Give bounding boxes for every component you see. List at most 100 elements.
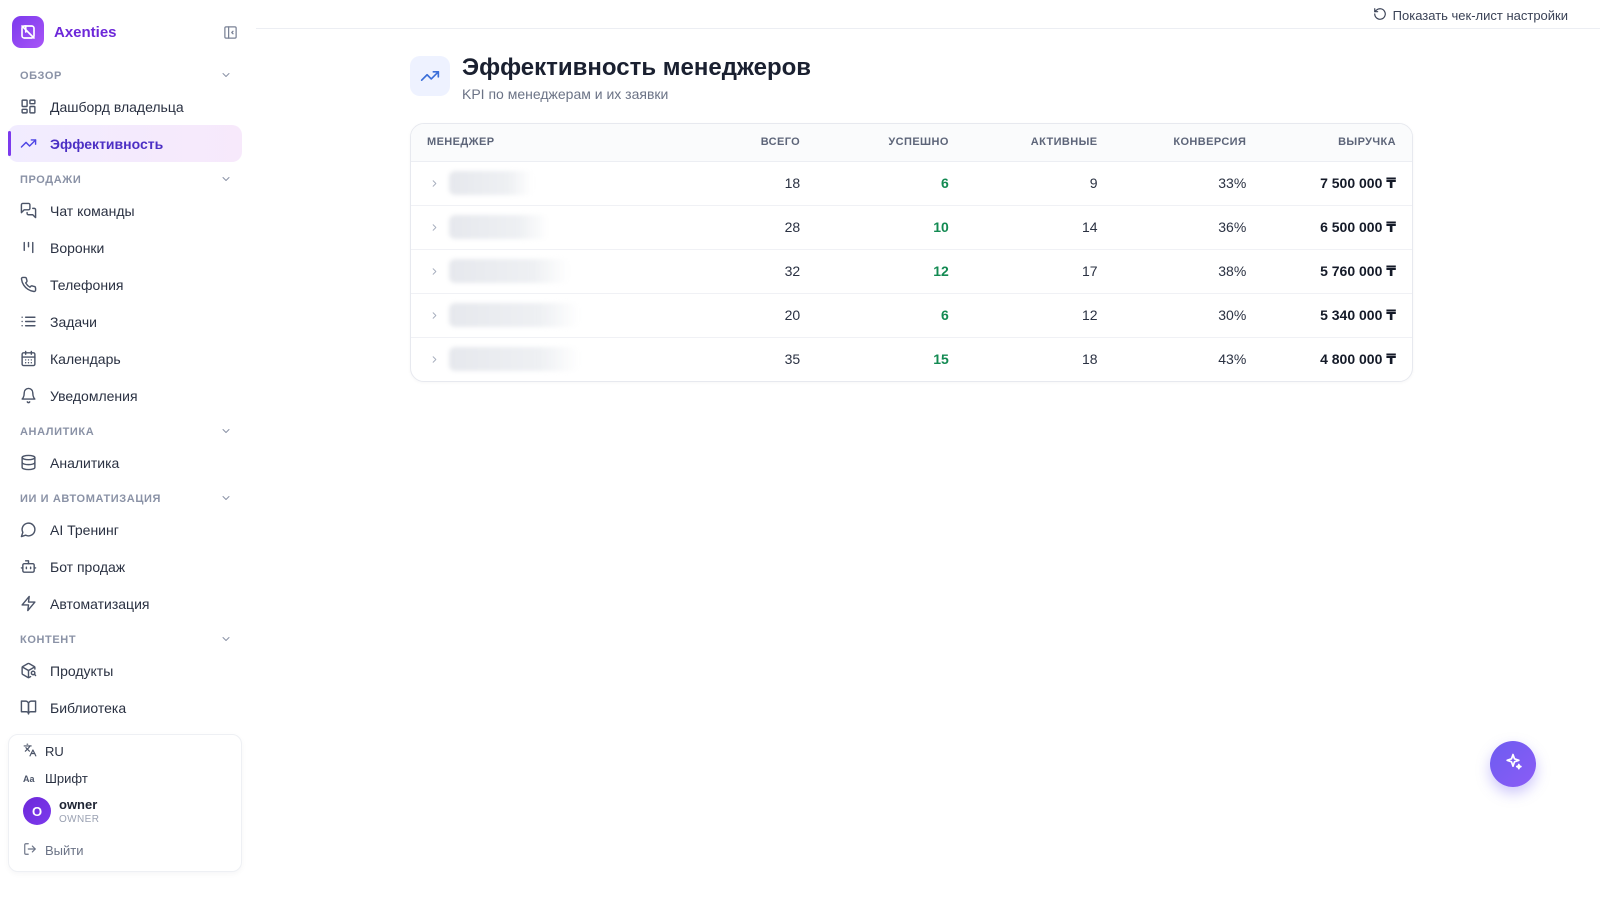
brand-name: Axenties [54, 23, 117, 41]
sidebar-item[interactable]: Библиотека [8, 689, 242, 726]
cell-total: 32 [710, 249, 817, 294]
cell-conversion: 43% [1218, 351, 1247, 368]
sidebar-item-label: Эффективность [50, 135, 164, 152]
sidebar-item-label: AI Тренинг [50, 521, 119, 538]
section-header[interactable]: Контент [0, 628, 256, 652]
section-header[interactable]: Обзор [0, 64, 256, 88]
page-subtitle: KPI по менеджерам и их заявки [462, 86, 669, 102]
sidebar-item[interactable]: Продукты [8, 652, 242, 689]
sidebar-item-label: Уведомления [50, 387, 138, 404]
sidebar-item-label: Автоматизация [50, 595, 150, 612]
cell-active: 9 [964, 161, 1114, 206]
cell-success: 6 [816, 293, 965, 338]
sidebar-footer: RU Aa Шрифт O owner OWNER Выйти [8, 734, 242, 872]
chevron-right-icon[interactable] [427, 354, 441, 365]
column-success[interactable]: Успешно [816, 124, 965, 162]
sidebar-item-label: Дашборд владельца [50, 98, 184, 115]
user-name: owner [59, 797, 98, 812]
table-row[interactable]: 32 12 17 38% 5 760 000 ₸ [411, 249, 1412, 294]
logout-button[interactable]: Выйти [23, 842, 84, 859]
ai-assistant-button[interactable] [1490, 741, 1536, 787]
cell-revenue: 7 500 000 ₸ [1262, 161, 1412, 206]
sidebar-item[interactable]: Чат команды [8, 192, 242, 229]
managers-table-card: Менеджер Всего Успешно Активные Конверси… [410, 123, 1413, 382]
chevron-right-icon[interactable] [427, 266, 441, 277]
cell-conversion: 30% [1113, 293, 1263, 338]
sidebar-item[interactable]: Бот продаж [8, 548, 242, 585]
chevron-down-icon [220, 69, 232, 84]
section-header[interactable]: Аналитика [0, 420, 256, 444]
sidebar-item[interactable]: Дашборд владельца [8, 88, 242, 125]
table-row[interactable]: 18 6 9 33% 7 500 000 ₸ [411, 161, 1412, 206]
chevron-right-icon[interactable] [427, 222, 441, 233]
table-row[interactable]: 35 15 18 43% 4 800 000 ₸ [411, 337, 1412, 381]
kanban-icon [20, 239, 37, 256]
section-title: Обзор [20, 70, 62, 82]
checklist-label: Показать чек-лист настройки [1392, 8, 1568, 23]
sidebar-item[interactable]: Задачи [8, 303, 242, 340]
chevron-right-icon[interactable] [427, 310, 441, 321]
sidebar-item-label: Календарь [50, 350, 121, 367]
section-header[interactable]: Продажи [0, 168, 256, 192]
list-icon [20, 313, 37, 330]
cell-manager [411, 205, 711, 250]
sidebar-nav: Обзор Дашборд владельца Эффективность Прода… [0, 58, 256, 738]
manager-name-blurred [449, 347, 579, 372]
section-header[interactable]: ИИ и автоматизация [0, 487, 256, 511]
manager-name-blurred [449, 259, 569, 283]
sidebar-item-label: Задачи [50, 313, 98, 330]
collapse-sidebar-icon[interactable] [222, 24, 238, 40]
sidebar-item-label: Аналитика [50, 454, 120, 471]
cell-active: 14 [964, 205, 1114, 250]
column-active[interactable]: Активные [964, 124, 1114, 162]
table-header-row: Менеджер Всего Успешно Активные Конверси… [411, 124, 1412, 162]
sidebar-item[interactable]: Аналитика [8, 444, 242, 481]
cell-active: 12 [964, 293, 1114, 338]
show-checklist-button[interactable]: Показать чек-лист настройки [1373, 7, 1568, 24]
section-title: Продажи [20, 174, 82, 186]
sidebar-item[interactable]: Календарь [8, 340, 242, 377]
cell-total: 35 [784, 351, 801, 368]
bot-icon [20, 558, 37, 575]
column-conversion[interactable]: Конверсия [1113, 124, 1263, 162]
table-row[interactable]: 20 6 12 30% 5 340 000 ₸ [411, 293, 1412, 338]
message-circle-icon [20, 521, 37, 538]
sidebar-item[interactable]: Эффективность [8, 125, 242, 162]
calendar-icon [20, 350, 37, 367]
cell-success: 10 [816, 205, 965, 250]
manager-name-blurred [449, 215, 549, 239]
managers-table: Менеджер Всего Успешно Активные Конверси… [411, 124, 1412, 381]
font-settings[interactable]: Aa Шрифт [23, 771, 88, 786]
rotate-ccw-icon [1373, 7, 1387, 24]
cell-active: 18 [1081, 351, 1098, 368]
sidebar-item[interactable]: Воронки [8, 229, 242, 266]
sidebar-item-label: Чат команды [50, 202, 135, 219]
topbar: Показать чек-лист настройки [256, 0, 1600, 29]
sidebar-item[interactable]: AI Тренинг [8, 511, 242, 548]
column-manager[interactable]: Менеджер [411, 124, 711, 162]
logout-label: Выйти [45, 843, 84, 858]
cell-total: 18 [710, 161, 817, 206]
dashboard-grid-icon [20, 98, 37, 115]
sidebar-item-label: Телефония [50, 276, 124, 293]
table-row[interactable]: 28 10 14 36% 6 500 000 ₸ [411, 205, 1412, 250]
manager-name-blurred [449, 303, 579, 327]
cell-conversion: 33% [1113, 161, 1263, 206]
brand[interactable]: Axenties [12, 16, 117, 48]
column-total[interactable]: Всего [710, 124, 817, 162]
language-switcher[interactable]: RU [23, 743, 64, 760]
user-profile[interactable]: O owner OWNER [23, 797, 99, 825]
avatar: O [23, 797, 51, 825]
cell-revenue: 5 340 000 ₸ [1262, 293, 1412, 338]
manager-name-blurred [449, 171, 533, 195]
cell-conversion: 36% [1113, 205, 1263, 250]
sidebar-item[interactable]: Автоматизация [8, 585, 242, 622]
cell-success: 15 [933, 351, 949, 368]
column-revenue[interactable]: Выручка [1262, 124, 1412, 162]
page-title: Эффективность менеджеров [462, 54, 812, 81]
sidebar-item-label: Продукты [50, 662, 114, 679]
sidebar-item[interactable]: Телефония [8, 266, 242, 303]
section-title: Контент [20, 634, 77, 646]
chevron-right-icon[interactable] [427, 178, 441, 189]
sidebar-item[interactable]: Уведомления [8, 377, 242, 414]
